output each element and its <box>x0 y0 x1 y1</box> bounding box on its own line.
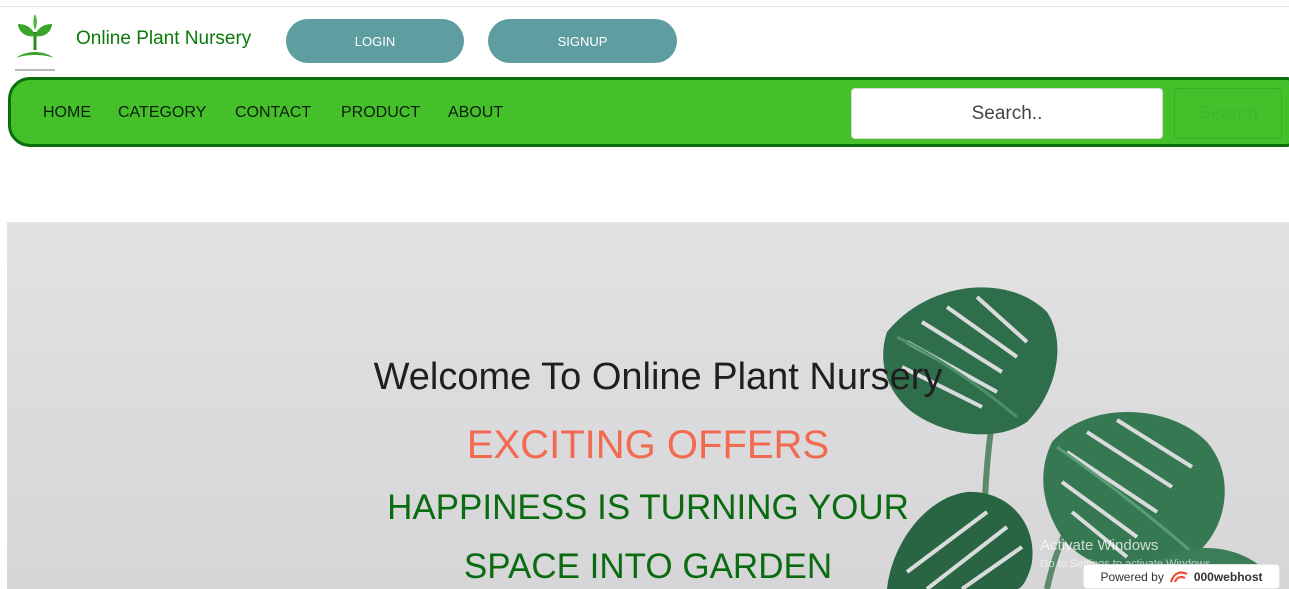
plant-logo-icon[interactable] <box>12 12 58 74</box>
main-navbar: HOME CATEGORY CONTACT PRODUCT ABOUT Sear… <box>8 77 1289 147</box>
hero-banner: Welcome To Online Plant Nursery EXCITING… <box>7 222 1289 589</box>
signup-button[interactable]: SIGNUP <box>488 19 677 63</box>
hero-welcome-heading: Welcome To Online Plant Nursery <box>373 356 943 398</box>
nav-product[interactable]: PRODUCT <box>341 104 420 122</box>
hero-tagline-line-1: HAPPINESS IS TURNING YOUR <box>387 488 909 527</box>
nav-category[interactable]: CATEGORY <box>118 104 206 122</box>
windows-activation-title: Activate Windows <box>1040 537 1159 554</box>
hero-offers-heading: EXCITING OFFERS <box>466 423 830 467</box>
search-button[interactable]: Search <box>1174 88 1282 139</box>
monstera-plant-image <box>883 287 1277 589</box>
webhost-logo-icon <box>1169 570 1188 582</box>
nav-home[interactable]: HOME <box>43 104 91 122</box>
powered-by-label: Powered by <box>1100 569 1164 584</box>
site-header: Online Plant Nursery LOGIN SIGNUP <box>0 0 1289 78</box>
nav-about[interactable]: ABOUT <box>448 104 503 122</box>
nav-contact[interactable]: CONTACT <box>235 104 311 122</box>
search-input[interactable] <box>851 88 1163 139</box>
host-brand-name: 000webhost <box>1193 569 1263 584</box>
login-button[interactable]: LOGIN <box>286 19 464 63</box>
powered-by-badge[interactable]: Powered by 000webhost <box>1083 564 1280 589</box>
site-title: Online Plant Nursery <box>76 28 252 49</box>
